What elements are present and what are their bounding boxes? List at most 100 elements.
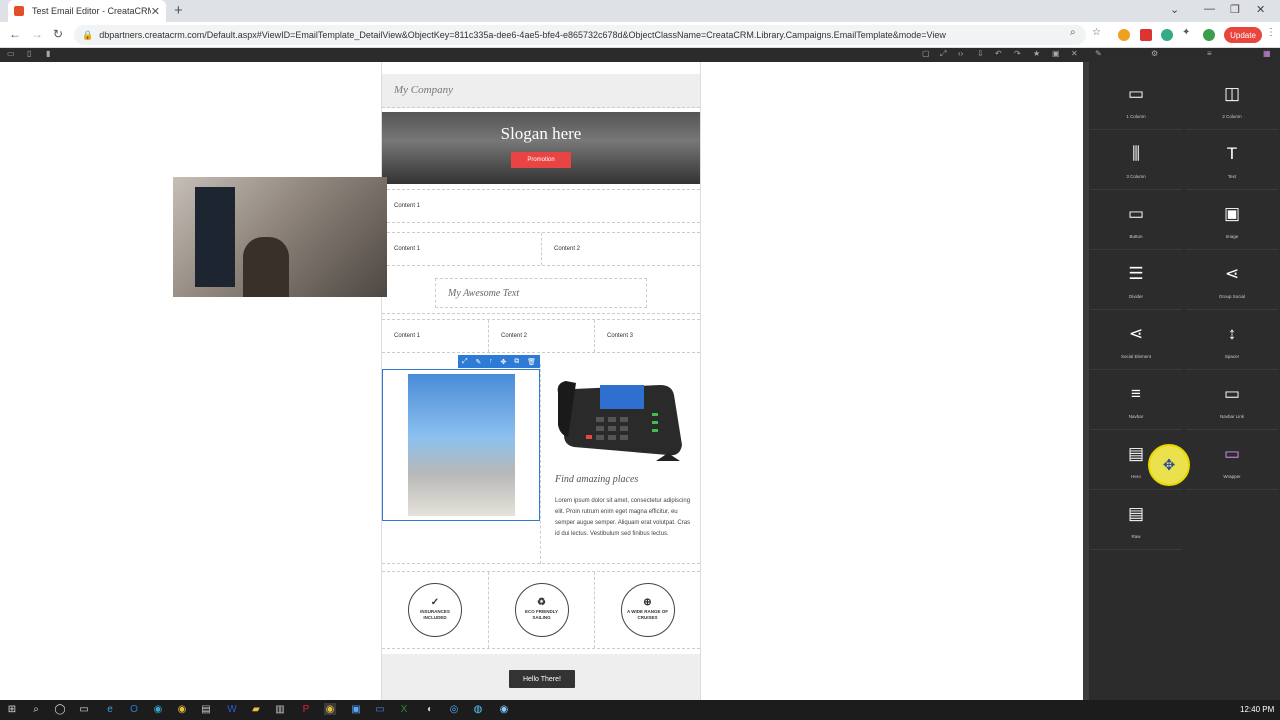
- chrome-icon[interactable]: ◉: [176, 703, 188, 715]
- save-icon[interactable]: ▣: [1052, 49, 1060, 58]
- move-icon[interactable]: ✥: [501, 358, 507, 366]
- minimize-icon[interactable]: —: [1204, 3, 1215, 15]
- fullscreen-icon[interactable]: ⤢: [940, 49, 946, 59]
- excel-icon[interactable]: X: [398, 703, 410, 715]
- style-manager-icon[interactable]: ✎: [1095, 49, 1102, 58]
- block-three-column[interactable]: ⫼ 3 Column: [1090, 134, 1182, 190]
- block-two-column[interactable]: ◫ 2 Column: [1186, 74, 1278, 130]
- powerpoint-icon[interactable]: P: [300, 703, 312, 715]
- tab-email-editor[interactable]: Test Email Editor - CreataCRM ✕: [8, 0, 166, 22]
- device-desktop-icon[interactable]: ▭: [7, 49, 15, 58]
- block-divider[interactable]: ☰ Divider: [1090, 254, 1182, 310]
- forward-icon[interactable]: →: [31, 27, 43, 41]
- app-icon[interactable]: ◉: [152, 703, 164, 715]
- outlook-icon[interactable]: O: [128, 703, 140, 715]
- content-cell[interactable]: Content 1: [382, 233, 541, 265]
- windows-start-icon[interactable]: ⊞: [6, 703, 18, 715]
- file-explorer-icon[interactable]: ▰: [250, 703, 262, 715]
- feature-cell[interactable]: ⊕ A WIDE RANGE OF CRUISES: [594, 572, 700, 648]
- block-group-social[interactable]: ⋖ Group Social: [1186, 254, 1278, 310]
- block-wrapper[interactable]: ▭ Wrapper: [1186, 434, 1278, 490]
- multitask-icon[interactable]: ▭: [78, 703, 90, 715]
- new-tab-icon[interactable]: +: [174, 2, 183, 19]
- desk-phone-image[interactable]: [556, 375, 686, 463]
- block-one-column[interactable]: ▭ 1 Column: [1090, 74, 1182, 130]
- extensions-puzzle-icon[interactable]: ✦: [1182, 27, 1190, 38]
- close-tab-icon[interactable]: ✕: [151, 5, 160, 18]
- import-icon[interactable]: ⇩: [977, 49, 984, 58]
- company-header[interactable]: My Company: [382, 74, 700, 108]
- lorem-paragraph[interactable]: Lorem ipsum dolor sit amet, consectetur …: [555, 496, 693, 540]
- find-places-heading[interactable]: Find amazing places: [555, 474, 638, 485]
- undo-icon[interactable]: ↶: [995, 49, 1002, 58]
- device-mobile-icon[interactable]: ▮: [46, 49, 50, 58]
- resize-icon[interactable]: ⤢: [462, 358, 468, 366]
- clone-icon[interactable]: ⧉: [514, 358, 519, 366]
- sw-visibility-icon[interactable]: ▢: [922, 49, 930, 58]
- feature-cell[interactable]: ✓ INSURANCES INCLUDED: [382, 572, 488, 648]
- profile-avatar[interactable]: [1203, 29, 1215, 41]
- features-row[interactable]: ✓ INSURANCES INCLUDED ♻ ECO FRIENDLY SAI…: [382, 571, 700, 649]
- one-column-row[interactable]: Content 1: [382, 189, 700, 223]
- hero-banner[interactable]: Slogan here Promotion: [382, 112, 700, 184]
- task-view-icon[interactable]: ◯: [54, 703, 66, 715]
- block-navbar-link[interactable]: ▭ Navbar Link: [1186, 374, 1278, 430]
- app-icon[interactable]: ▤: [200, 703, 212, 715]
- awesome-text-block[interactable]: My Awesome Text: [435, 278, 647, 308]
- app-icon[interactable]: ◎: [448, 703, 460, 715]
- chrome-menu-icon[interactable]: ⋮: [1266, 27, 1276, 38]
- update-button[interactable]: Update: [1224, 27, 1262, 43]
- extension-icon[interactable]: [1161, 29, 1173, 41]
- search-icon[interactable]: ⌕: [30, 703, 42, 715]
- block-image[interactable]: ▣ Image: [1186, 194, 1278, 250]
- layer-manager-icon[interactable]: ≡: [1207, 49, 1212, 58]
- code-icon[interactable]: ‹›: [958, 49, 963, 58]
- address-bar[interactable]: 🔒 dbpartners.creatacrm.com/Default.aspx#…: [74, 25, 1086, 45]
- zoom-icon[interactable]: ⌕: [1070, 27, 1076, 38]
- feature-cell[interactable]: ♻ ECO FRIENDLY SAILING: [488, 572, 594, 648]
- slogan-text[interactable]: Slogan here: [382, 124, 700, 144]
- block-button[interactable]: ▭ Button: [1090, 194, 1182, 250]
- block-navbar[interactable]: ≡ Navbar: [1090, 374, 1182, 430]
- two-column-row[interactable]: Content 1 Content 2: [382, 232, 700, 266]
- promotion-button[interactable]: Promotion: [511, 152, 571, 168]
- chrome-active-icon[interactable]: ◉: [324, 703, 336, 715]
- edge-icon[interactable]: e: [104, 703, 116, 715]
- app-icon[interactable]: ◉: [498, 703, 510, 715]
- edit-pencil-icon[interactable]: ✎: [475, 358, 481, 366]
- extension-icon[interactable]: [1140, 29, 1152, 41]
- app-icon[interactable]: ▣: [350, 703, 362, 715]
- settings-gear-icon[interactable]: ⚙: [1151, 49, 1158, 58]
- selected-image-cell[interactable]: [382, 369, 540, 521]
- block-social-element[interactable]: ⋖ Social Element: [1090, 314, 1182, 370]
- reload-icon[interactable]: ↻: [53, 27, 63, 41]
- select-parent-arrow-icon[interactable]: ↑: [489, 358, 493, 365]
- app-icon[interactable]: ◍: [472, 703, 484, 715]
- word-icon[interactable]: W: [226, 703, 238, 715]
- app-icon[interactable]: ◐: [424, 703, 436, 715]
- hello-there-button[interactable]: Hello There!: [509, 670, 575, 688]
- blocks-icon[interactable]: ▦: [1263, 49, 1271, 58]
- block-raw[interactable]: ▤ Raw: [1090, 494, 1182, 550]
- close-window-icon[interactable]: ✕: [1256, 3, 1265, 16]
- extension-icon[interactable]: [1118, 29, 1130, 41]
- content-cell[interactable]: Content 1: [382, 190, 700, 222]
- three-column-row[interactable]: Content 1 Content 2 Content 3: [382, 319, 700, 353]
- content-cell[interactable]: Content 2: [488, 320, 594, 352]
- redo-icon[interactable]: ↷: [1014, 49, 1021, 58]
- bookmark-star-icon[interactable]: ☆: [1092, 27, 1101, 38]
- delete-trash-icon[interactable]: 🗑: [527, 358, 536, 366]
- restore-icon[interactable]: ❐: [1230, 3, 1240, 16]
- favorite-icon[interactable]: ★: [1033, 49, 1040, 58]
- clear-icon[interactable]: ✕: [1071, 49, 1078, 58]
- device-tablet-icon[interactable]: ▯: [27, 49, 31, 58]
- app-icon[interactable]: ▭: [374, 703, 386, 715]
- panel-scrollbar[interactable]: [1083, 62, 1089, 700]
- block-text[interactable]: T Text: [1186, 134, 1278, 190]
- back-icon[interactable]: ←: [9, 27, 21, 41]
- content-cell[interactable]: Content 1: [382, 320, 488, 352]
- content-cell[interactable]: Content 3: [594, 320, 700, 352]
- content-cell[interactable]: Content 2: [541, 233, 700, 265]
- app-icon[interactable]: ▥: [274, 703, 286, 715]
- profile-dropdown-icon[interactable]: ⌄: [1170, 3, 1179, 16]
